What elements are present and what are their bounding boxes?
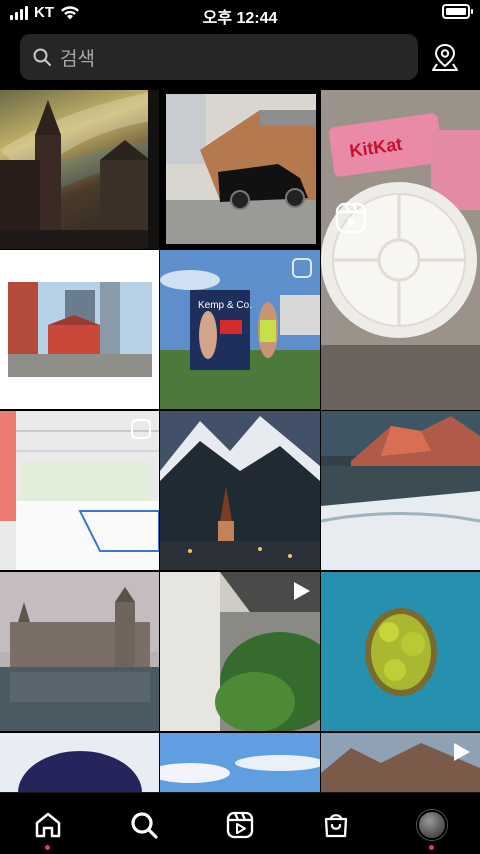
video-badge-icon	[294, 582, 310, 600]
carousel-badge-icon	[131, 419, 151, 439]
video-badge-icon	[454, 743, 470, 761]
car-building-photo	[166, 94, 316, 244]
tile-mountain-dusk[interactable]	[321, 733, 480, 792]
bottom-tab-bar	[0, 792, 480, 854]
portrait-photo	[0, 733, 159, 792]
tile-person-portrait[interactable]	[0, 733, 159, 792]
explore-grid: KitKat Kemp & Co.	[0, 90, 480, 792]
castle-lake-photo	[0, 572, 159, 731]
search-placeholder: 검색	[60, 48, 95, 70]
tile-alpine-village[interactable]	[160, 411, 320, 570]
svg-text:Kemp & Co.: Kemp & Co.	[198, 300, 252, 311]
profile-notification-dot	[429, 845, 434, 850]
kitkat-plate-photo: KitKat	[321, 90, 480, 410]
tab-profile[interactable]	[416, 809, 448, 850]
tile-castle-lake[interactable]	[0, 572, 159, 731]
tile-sky-clouds[interactable]	[160, 733, 320, 792]
tile-car-building[interactable]	[160, 90, 320, 249]
church-illustration	[0, 90, 159, 249]
profile-avatar	[417, 810, 447, 840]
carousel-badge-icon	[292, 258, 312, 278]
search-input[interactable]: 검색	[20, 34, 418, 80]
tab-explore[interactable]	[128, 809, 160, 841]
shop-icon	[324, 814, 348, 838]
sky-clouds-photo	[160, 733, 320, 792]
tab-home[interactable]	[32, 809, 64, 850]
tile-indoor-court[interactable]	[0, 411, 159, 570]
tab-shop[interactable]	[320, 809, 352, 841]
tile-sold-sign-couple[interactable]: Kemp & Co.	[160, 250, 320, 409]
tile-aerial-island[interactable]	[321, 572, 480, 731]
tile-concrete-corridor-garden[interactable]	[160, 572, 320, 731]
tab-reels[interactable]	[224, 809, 256, 841]
reels-badge-icon	[335, 202, 367, 234]
search-icon	[33, 48, 51, 66]
aerial-island-photo	[321, 572, 480, 731]
map-pin-icon[interactable]	[430, 42, 460, 72]
search-row: 검색	[20, 34, 460, 80]
home-notification-dot	[45, 845, 50, 850]
reels-icon	[226, 811, 254, 839]
battery-icon	[442, 4, 473, 19]
status-time: 오후 12:44	[202, 10, 278, 27]
tile-beach-sunset-mountains[interactable]	[321, 411, 480, 570]
tile-architecture-render[interactable]	[0, 250, 159, 409]
beach-mountains-photo	[321, 411, 480, 570]
home-icon	[35, 812, 61, 838]
tile-church-street[interactable]	[0, 90, 159, 249]
status-bar: KT 오후 12:44	[0, 0, 480, 28]
tile-kitkat-plate[interactable]: KitKat	[321, 90, 480, 410]
explore-search-icon	[131, 812, 158, 839]
architecture-render-photo	[8, 282, 152, 377]
alpine-village-photo	[160, 411, 320, 570]
